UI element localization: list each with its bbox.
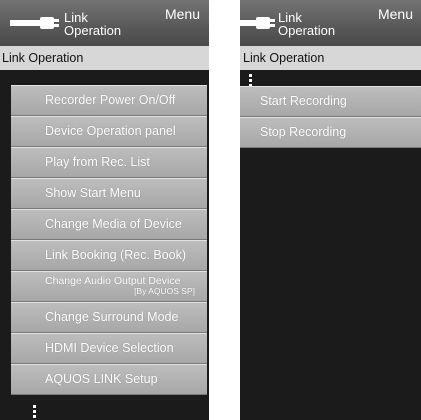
link-operation-plug-icon: [240, 17, 275, 29]
header-title: Link Operation: [64, 10, 122, 38]
menu-item-change-audio-output[interactable]: Change Audio Output Device [By AQUOS SP]: [11, 271, 207, 302]
right-menu-panel: Link Operation Menu Link Operation Start…: [240, 0, 421, 420]
menu-item-change-surround[interactable]: Change Surround Mode: [11, 302, 207, 333]
menu-label[interactable]: Menu: [378, 6, 413, 22]
menu-header: Link Operation Menu: [240, 0, 421, 47]
scroll-down-indicator-icon: [33, 405, 36, 420]
menu-item-change-media[interactable]: Change Media of Device: [11, 209, 207, 240]
header-title: Link Operation: [278, 10, 336, 38]
menu-header: Link Operation Menu: [0, 0, 209, 47]
menu-item-hdmi-device-selection[interactable]: HDMI Device Selection: [11, 333, 207, 364]
menu-item-device-operation-panel[interactable]: Device Operation panel: [11, 116, 207, 147]
link-operation-plug-icon: [10, 17, 59, 29]
menu-item-start-recording[interactable]: Start Recording: [240, 86, 421, 117]
breadcrumb: Link Operation: [0, 46, 209, 70]
menu-label[interactable]: Menu: [165, 6, 200, 22]
menu-list: Recorder Power On/Off Device Operation p…: [11, 85, 207, 395]
menu-item-play-from-rec-list[interactable]: Play from Rec. List: [11, 147, 207, 178]
menu-item-stop-recording[interactable]: Stop Recording: [240, 117, 421, 148]
menu-item-show-start-menu[interactable]: Show Start Menu: [11, 178, 207, 209]
menu-item-aquos-link-setup[interactable]: AQUOS LINK Setup: [11, 364, 207, 395]
menu-item-sublabel: [By AQUOS SP]: [134, 286, 195, 296]
breadcrumb: Link Operation: [240, 46, 421, 70]
menu-item-link-booking[interactable]: Link Booking (Rec. Book): [11, 240, 207, 271]
menu-item-recorder-power[interactable]: Recorder Power On/Off: [11, 85, 207, 116]
menu-list: Start Recording Stop Recording: [240, 86, 421, 148]
left-menu-panel: Link Operation Menu Link Operation Recor…: [0, 0, 209, 420]
